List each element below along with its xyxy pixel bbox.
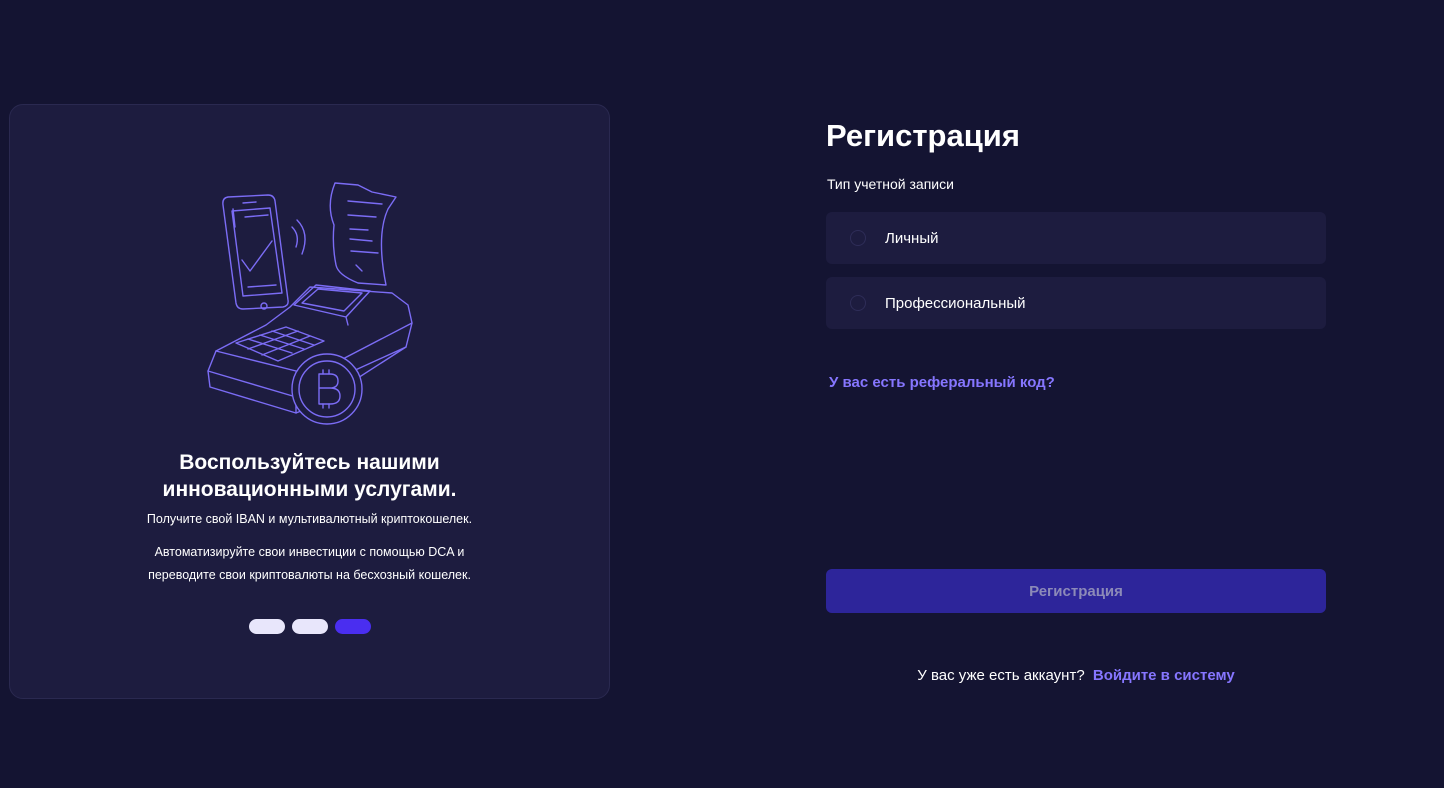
promo-text-dca: Автоматизируйте свои инвестиции с помощь… — [10, 541, 609, 587]
promo-title-line1: Воспользуйтесь нашими — [179, 451, 440, 474]
account-type-personal-label: Личный — [885, 229, 939, 247]
promo-text-iban-label: Получите свой IBAN и мультивалютный крип… — [146, 512, 473, 526]
carousel-dot-3[interactable] — [334, 619, 371, 634]
carousel-dot-1[interactable] — [248, 619, 285, 634]
register-button[interactable]: Регистрация — [826, 569, 1326, 613]
referral-code-link[interactable]: У вас есть реферальный код? — [829, 374, 1055, 391]
promo-text-iban: Получите свой IBAN и мультивалютный крип… — [10, 508, 609, 531]
registration-page: Воспользуйтесь нашими инновационными усл… — [0, 0, 1444, 788]
account-type-professional-option[interactable]: Профессиональный — [826, 277, 1326, 329]
promo-text-dca-line2: переводите свои криптовалюты на бесхозны… — [148, 568, 471, 582]
promo-text-dca-line1: Автоматизируйте свои инвестиции с помощь… — [154, 545, 465, 559]
promo-card: Воспользуйтесь нашими инновационными усл… — [9, 104, 610, 699]
account-type-professional-label: Профессиональный — [885, 294, 1026, 312]
account-type-label: Тип учетной записи — [827, 176, 954, 192]
radio-button-personal[interactable] — [850, 230, 866, 246]
carousel-dot-2[interactable] — [291, 619, 328, 634]
carousel-dots — [10, 619, 609, 634]
account-type-personal-option[interactable]: Личный — [826, 212, 1326, 264]
login-prompt: У вас уже есть аккаунт? — [917, 667, 1085, 684]
radio-button-professional[interactable] — [850, 295, 866, 311]
login-row: У вас уже есть аккаунт? Войдите в систем… — [826, 667, 1326, 684]
promo-title: Воспользуйтесь нашими инновационными усл… — [10, 449, 609, 503]
payment-terminal-bitcoin-icon — [207, 182, 413, 425]
login-link[interactable]: Войдите в систему — [1093, 667, 1235, 684]
promo-title-line2: инновационными услугами. — [162, 478, 457, 501]
page-title: Регистрация — [826, 118, 1020, 153]
